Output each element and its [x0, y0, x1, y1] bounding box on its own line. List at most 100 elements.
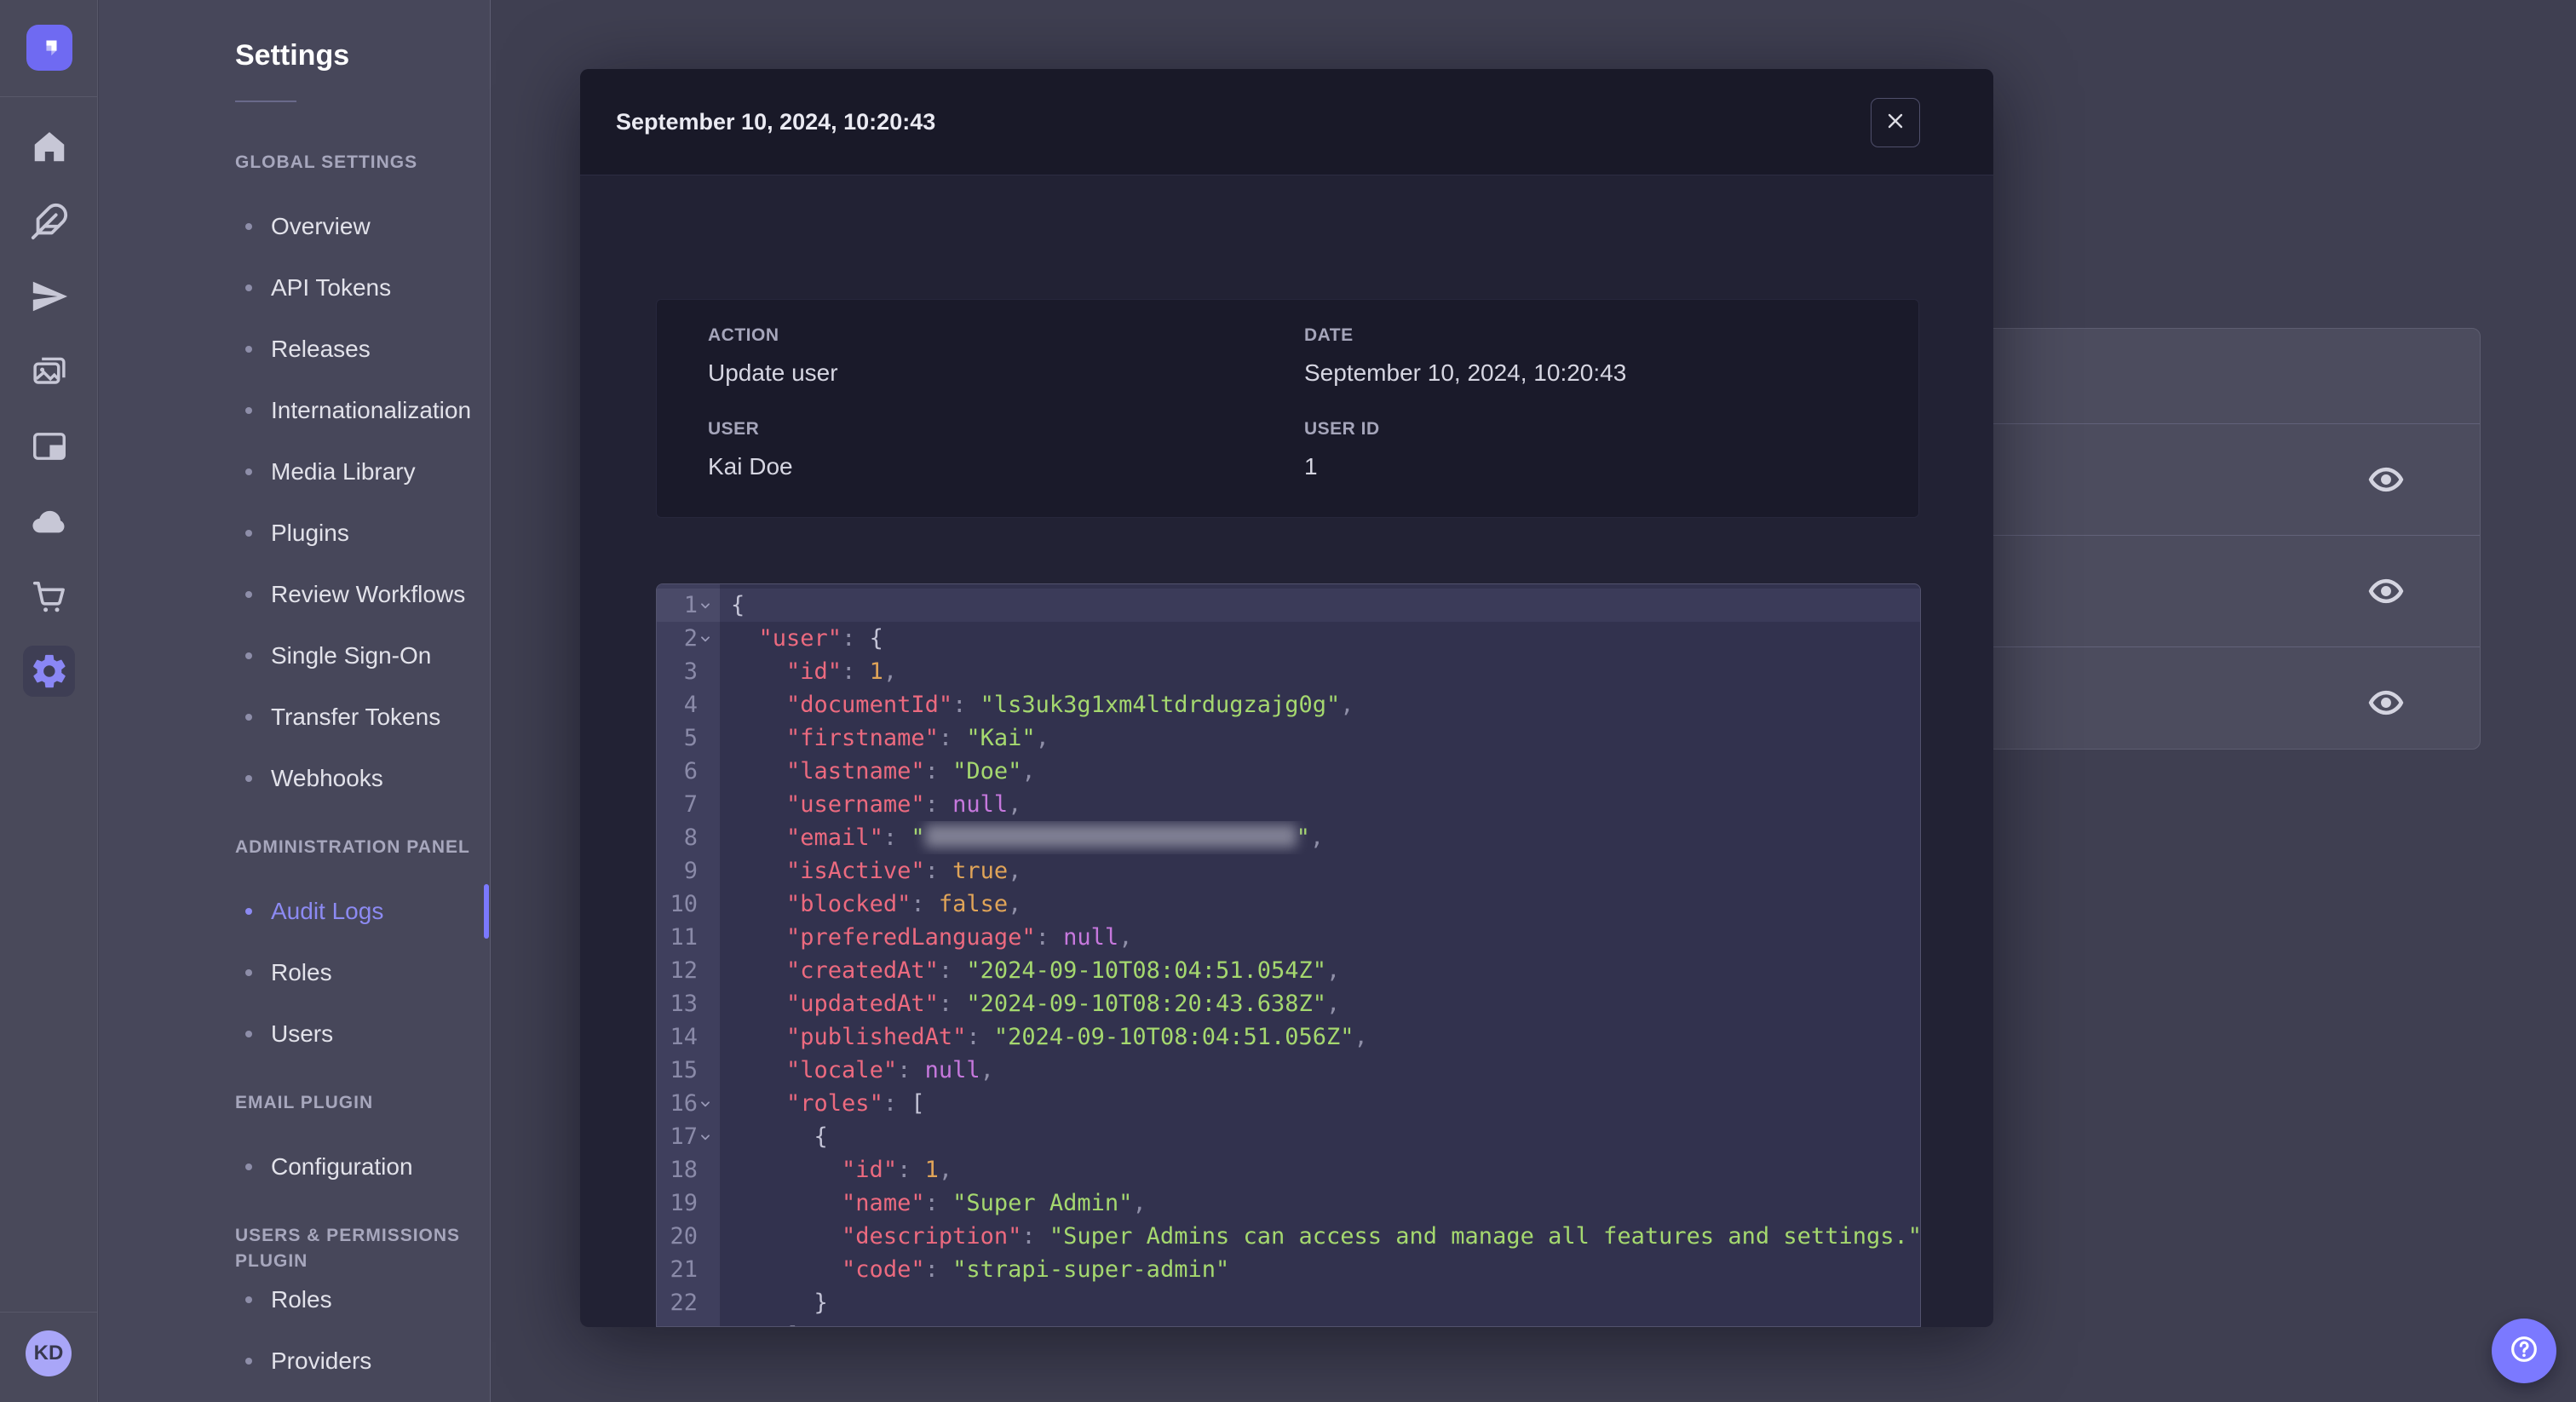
bullet-icon	[245, 1031, 252, 1037]
fold-chevron-icon[interactable]	[699, 1120, 715, 1153]
code-line: 13 "updatedAt": "2024-09-10T08:20:43.638…	[657, 987, 1920, 1020]
payload-code-editor[interactable]: 1{2 "user": {3 "id": 1, 4 "documentId": "…	[656, 583, 1921, 1327]
sidebar-settings-icon[interactable]	[0, 634, 98, 709]
detail-label: ACTION	[708, 325, 779, 345]
line-number: 12	[657, 954, 720, 987]
sidebar-item-providers[interactable]: Providers	[99, 1330, 490, 1392]
code-line: 11 "preferedLanguage": null,	[657, 921, 1920, 954]
sidebar-media-library-icon[interactable]	[0, 334, 98, 409]
line-number: 21	[657, 1253, 720, 1286]
sidebar-item-media-library[interactable]: Media Library	[99, 441, 490, 503]
line-number: 2	[657, 622, 720, 655]
line-number: 8	[657, 821, 720, 854]
code-line: 23 ]	[657, 1319, 1920, 1326]
code-line: 9 "isActive": true,	[657, 854, 1920, 888]
title-divider	[235, 101, 296, 102]
modal-header: September 10, 2024, 10:20:43	[580, 69, 1993, 175]
line-number: 9	[657, 854, 720, 888]
detail-value: Update user	[708, 359, 838, 386]
sidebar-item-releases[interactable]: Releases	[99, 319, 490, 380]
code-line: 15 "locale": null,	[657, 1054, 1920, 1087]
code-line: 19 "name": "Super Admin",	[657, 1187, 1920, 1220]
code-line: 4 "documentId": "ls3uk3g1xm4ltdrdugzajg0…	[657, 688, 1920, 721]
bullet-icon	[245, 1358, 252, 1365]
detail-action: ACTION Update user	[708, 300, 1304, 409]
bullet-icon	[245, 468, 252, 475]
nav-item-label: API Tokens	[271, 274, 392, 301]
bullet-icon	[245, 1164, 252, 1170]
line-number: 4	[657, 688, 720, 721]
nav-item-label: Webhooks	[271, 765, 383, 791]
avatar[interactable]: KD	[26, 1330, 72, 1376]
modal-title: September 10, 2024, 10:20:43	[616, 108, 936, 135]
sidebar-item-single-sign-on[interactable]: Single Sign-On	[99, 625, 490, 687]
content-type-builder-icon	[32, 433, 66, 460]
code-line: 16 "roles": [	[657, 1087, 1920, 1120]
paper-plane-icon	[32, 281, 67, 312]
view-log-button[interactable]	[2367, 684, 2405, 721]
table-row	[1909, 423, 2480, 535]
sidebar-content-type-builder-icon[interactable]	[0, 409, 98, 484]
sidebar-item-overview[interactable]: Overview	[99, 196, 490, 257]
sidebar-item-api-tokens[interactable]: API Tokens	[99, 257, 490, 319]
nav-item-label: Users	[271, 1020, 334, 1047]
code-line: 8 "email": " ",	[657, 821, 1920, 854]
sidebar-item-webhooks[interactable]: Webhooks	[99, 748, 490, 809]
fold-chevron-icon[interactable]	[699, 1087, 715, 1120]
code-line: 21 "code": "strapi-super-admin"	[657, 1253, 1920, 1286]
view-log-button[interactable]	[2367, 461, 2405, 498]
sidebar-cart-icon[interactable]	[0, 559, 98, 634]
line-number: 11	[657, 921, 720, 954]
nav-item-label: Audit Logs	[271, 898, 384, 924]
code-line: 22 }	[657, 1286, 1920, 1319]
sidebar-cloud-icon[interactable]	[0, 484, 98, 559]
fold-chevron-icon[interactable]	[699, 622, 715, 655]
line-number: 6	[657, 755, 720, 788]
table-row	[1909, 646, 2480, 758]
bullet-icon	[245, 530, 252, 537]
detail-value: September 10, 2024, 10:20:43	[1304, 359, 1627, 386]
sidebar-item-transfer-tokens[interactable]: Transfer Tokens	[99, 687, 490, 748]
help-button[interactable]	[2492, 1319, 2556, 1383]
media-library-icon	[32, 357, 66, 384]
sidebar-paper-plane-icon[interactable]	[0, 259, 98, 334]
close-button[interactable]	[1871, 98, 1920, 147]
code-line: 12 "createdAt": "2024-09-10T08:04:51.054…	[657, 954, 1920, 987]
detail-value: Kai Doe	[708, 453, 793, 480]
sidebar-divider	[0, 96, 97, 97]
page-title: Settings	[235, 39, 350, 72]
sidebar-item-review-workflows[interactable]: Review Workflows	[99, 564, 490, 625]
sidebar-item-configuration[interactable]: Configuration	[99, 1136, 490, 1198]
nav-item-label: Review Workflows	[271, 581, 466, 607]
bullet-icon	[245, 284, 252, 291]
strapi-logo-icon[interactable]	[26, 25, 72, 71]
view-log-button[interactable]	[2367, 572, 2405, 610]
nav-section-label: ADMINISTRATION PANEL	[235, 837, 470, 857]
sidebar-item-roles[interactable]: Roles	[99, 942, 490, 1003]
sidebar-home-icon[interactable]	[0, 109, 98, 184]
sidebar-item-plugins[interactable]: Plugins	[99, 503, 490, 564]
strapi-admin-app: KD Settings GLOBAL SETTINGS Overview API T…	[0, 0, 2576, 1402]
sidebar-feather-icon[interactable]	[0, 184, 98, 259]
line-number: 16	[657, 1087, 720, 1120]
code-line: 7 "username": null,	[657, 788, 1920, 821]
detail-date: DATE September 10, 2024, 10:20:43	[1304, 300, 1918, 409]
nav-section-label: EMAIL PLUGIN	[235, 1093, 374, 1112]
line-number: 18	[657, 1153, 720, 1187]
detail-label: DATE	[1304, 325, 1354, 345]
bullet-icon	[245, 969, 252, 976]
nav-item-label: Providers	[271, 1347, 372, 1374]
code-line: 18 "id": 1,	[657, 1153, 1920, 1187]
bullet-icon	[245, 223, 252, 230]
log-details-box: ACTION Update user DATE September 10, 2024,…	[656, 299, 1919, 518]
sidebar-item-users[interactable]: Users	[99, 1003, 490, 1065]
sidebar-item-internationalization[interactable]: Internationalization	[99, 380, 490, 441]
code-line: 17 {	[657, 1120, 1920, 1153]
sidebar-item-audit-logs[interactable]: Audit Logs	[99, 881, 490, 942]
nav-item-label: Media Library	[271, 458, 416, 485]
sidebar-item-roles[interactable]: Roles	[99, 1269, 490, 1330]
eye-icon	[2368, 690, 2404, 715]
fold-chevron-icon[interactable]	[699, 589, 715, 622]
code-line: 14 "publishedAt": "2024-09-10T08:04:51.0…	[657, 1020, 1920, 1054]
line-number: 20	[657, 1220, 720, 1253]
